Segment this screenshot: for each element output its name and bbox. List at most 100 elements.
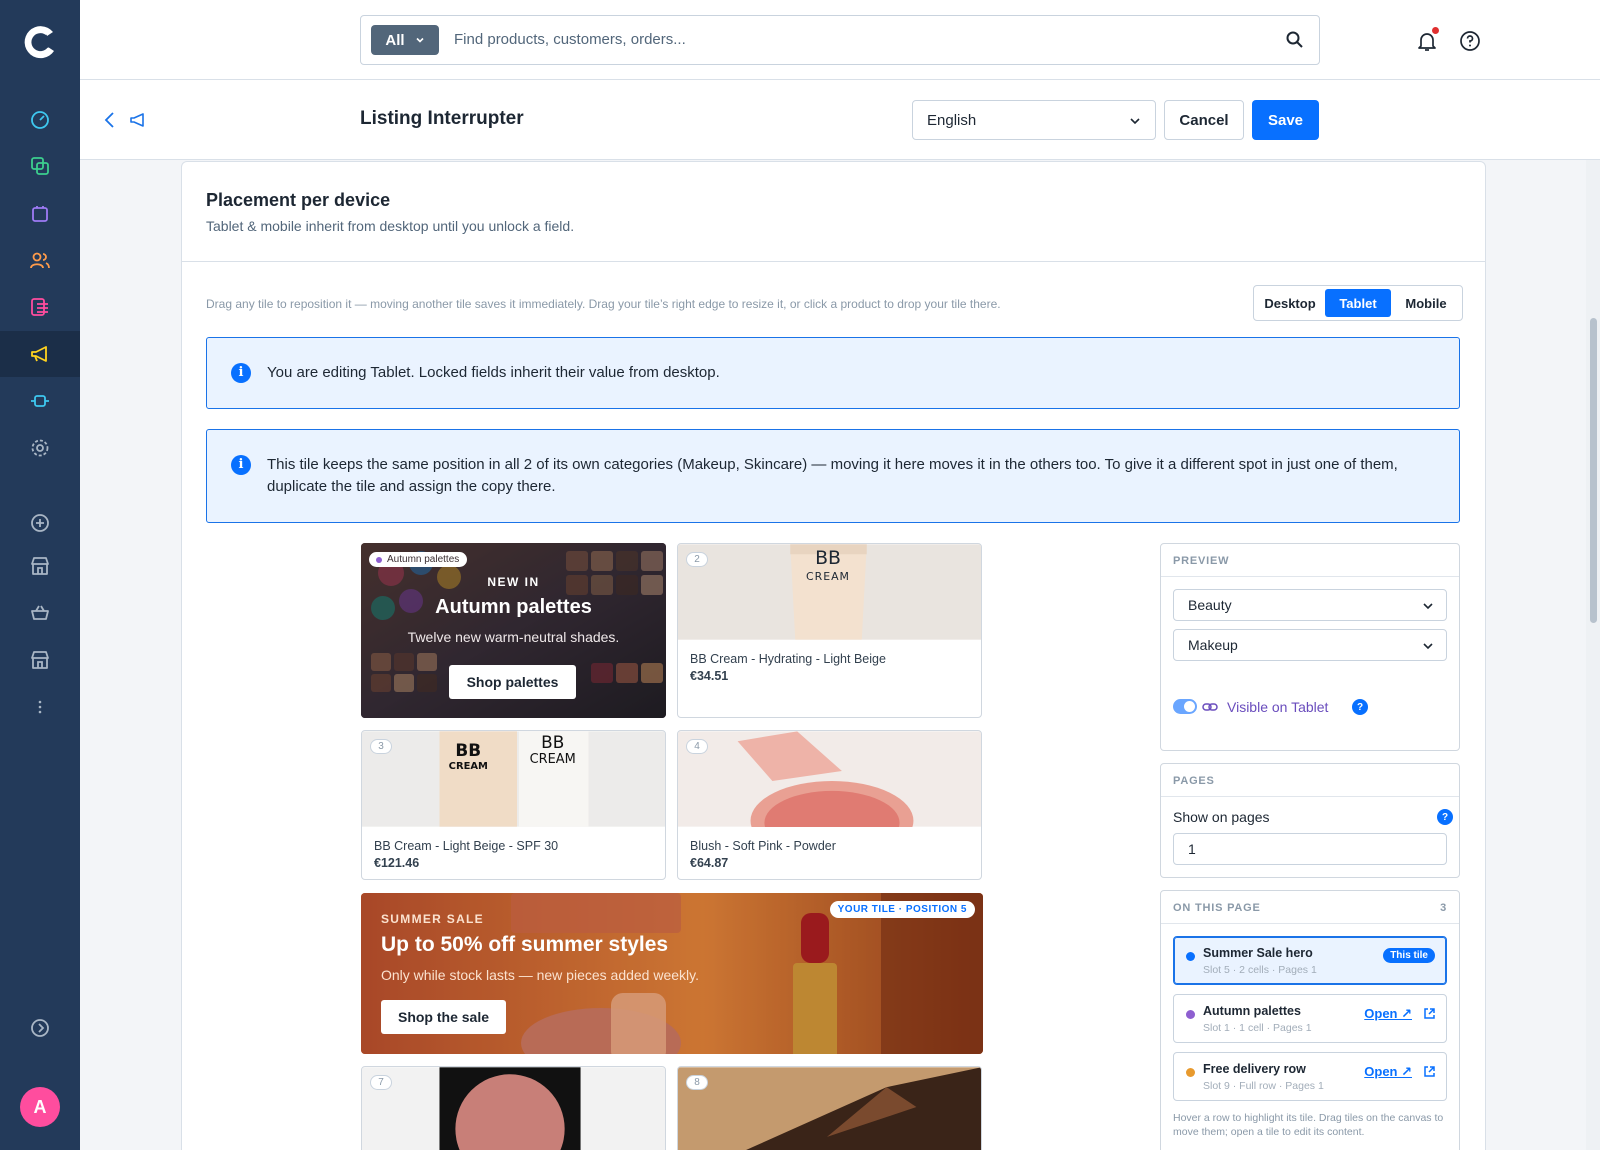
search-input[interactable]: Find products, customers, orders... xyxy=(454,31,686,48)
more-vertical-icon xyxy=(38,700,42,714)
storefront-icon xyxy=(31,651,49,669)
chevron-down-icon xyxy=(416,37,424,43)
info-icon: i xyxy=(231,455,251,475)
external-link-icon[interactable] xyxy=(1423,1007,1436,1020)
chevron-right-circle-icon xyxy=(31,1019,49,1037)
product-tile[interactable]: 8 xyxy=(677,1066,982,1150)
tab-desktop[interactable]: Desktop xyxy=(1257,289,1323,317)
megaphone-icon xyxy=(130,113,144,127)
nav-add[interactable] xyxy=(0,500,80,546)
layers-icon xyxy=(31,157,49,175)
info-icon: i xyxy=(231,363,251,383)
subcategory-select[interactable]: Makeup xyxy=(1173,629,1447,661)
search-scope-dropdown[interactable]: All xyxy=(371,25,439,55)
tab-mobile[interactable]: Mobile xyxy=(1393,289,1459,317)
help-icon[interactable]: ? xyxy=(1352,699,1368,715)
nav-catalogues[interactable] xyxy=(0,143,80,189)
svg-text:CREAM: CREAM xyxy=(449,761,488,772)
list-item[interactable]: Summer Sale hero Slot 5 · 2 cells · Page… xyxy=(1173,936,1447,985)
editing-notice: i You are editing Tablet. Locked fields … xyxy=(206,337,1460,409)
bb-cream-pair-image: BB CREAM BB CREAM xyxy=(362,731,665,827)
link-icon[interactable] xyxy=(1202,700,1218,714)
bag-icon xyxy=(32,206,48,222)
cancel-button[interactable]: Cancel xyxy=(1164,100,1244,140)
users-icon xyxy=(30,252,50,269)
product-tile[interactable]: 7 xyxy=(361,1066,666,1150)
row-title: Free delivery row xyxy=(1203,1062,1306,1076)
shop-palettes-button[interactable]: Shop palettes xyxy=(449,665,576,699)
color-dot xyxy=(1186,952,1195,961)
tile-position: 7 xyxy=(370,1075,392,1090)
tile-position: 3 xyxy=(370,739,392,754)
visible-label: Visible on Tablet xyxy=(1227,699,1329,715)
color-dot xyxy=(1186,1068,1195,1077)
search-icon[interactable] xyxy=(1285,30,1305,50)
card-subtitle: Tablet & mobile inherit from desktop unt… xyxy=(206,218,575,234)
chevron-down-icon xyxy=(1423,643,1433,650)
nav-sales-channel-1[interactable] xyxy=(0,543,80,589)
nav-settings[interactable] xyxy=(0,425,80,471)
save-button[interactable]: Save xyxy=(1252,100,1319,140)
language-select[interactable]: English xyxy=(912,100,1156,140)
nav-extensions[interactable] xyxy=(0,378,80,424)
product-name: BB Cream - Light Beige - SPF 30 xyxy=(374,839,559,853)
nav-dashboard[interactable] xyxy=(0,96,80,142)
list-item[interactable]: Autumn palettes Slot 1 · 1 cell · Pages … xyxy=(1173,994,1447,1043)
autumn-banner-tile[interactable]: Autumn palettes NEW IN Autumn palettes T… xyxy=(361,543,666,718)
show-on-pages-input[interactable]: 1 xyxy=(1173,833,1447,865)
back-chevron-icon[interactable] xyxy=(100,110,120,130)
this-tile-badge: This tile xyxy=(1383,948,1435,963)
product-name: Blush - Soft Pink - Powder xyxy=(690,839,836,853)
row-subtitle: Slot 1 · 1 cell · Pages 1 xyxy=(1203,1022,1312,1034)
chevron-down-icon xyxy=(1130,118,1140,125)
shop-the-sale-button[interactable]: Shop the sale xyxy=(381,1000,506,1034)
product-tile[interactable]: 2 BB CREAM BB Cream - Hydrating - Light … xyxy=(677,543,982,718)
preview-panel: PREVIEW Beauty Makeup Visible on Tablet … xyxy=(1160,543,1460,751)
top-bar: All Find products, customers, orders... xyxy=(80,0,1600,80)
global-search[interactable]: All Find products, customers, orders... xyxy=(360,15,1320,65)
nav-customers[interactable] xyxy=(0,237,80,283)
brush-image xyxy=(678,1067,981,1150)
open-link[interactable]: Open ↗ xyxy=(1364,1064,1412,1080)
summer-sale-tile[interactable]: YOUR TILE · POSITION 5 SUMMER SALE Up to… xyxy=(361,893,983,1054)
help-icon[interactable]: ? xyxy=(1437,809,1453,825)
categories-notice: i This tile keeps the same position in a… xyxy=(206,429,1460,523)
nav-sales-channel-2[interactable] xyxy=(0,590,80,636)
pages-heading: PAGES xyxy=(1161,764,1459,797)
page-header: Listing Interrupter English Cancel Save xyxy=(80,80,1600,160)
megaphone-icon xyxy=(31,346,47,362)
help-icon[interactable] xyxy=(1458,29,1482,53)
nav-more[interactable] xyxy=(0,684,80,730)
tab-tablet[interactable]: Tablet xyxy=(1325,289,1391,317)
scrollbar-track[interactable] xyxy=(1586,160,1600,1150)
scrollbar-thumb[interactable] xyxy=(1590,318,1597,623)
autumn-tag: Autumn palettes xyxy=(369,552,468,567)
on-this-page-title: ON THIS PAGE xyxy=(1173,902,1261,914)
summer-eyebrow: SUMMER SALE xyxy=(381,912,484,926)
avatar[interactable]: A xyxy=(20,1087,60,1127)
list-item[interactable]: Free delivery row Slot 9 · Full row · Pa… xyxy=(1173,1052,1447,1101)
nav-expand[interactable] xyxy=(0,1005,80,1051)
show-on-pages-label: Show on pages xyxy=(1173,809,1270,825)
nav-orders[interactable] xyxy=(0,190,80,236)
product-tile[interactable]: 3 BB CREAM BB CREAM BB Cream - Light Bei… xyxy=(361,730,666,880)
logo-icon[interactable] xyxy=(20,22,60,62)
product-price: €121.46 xyxy=(374,856,420,870)
autumn-title: Autumn palettes xyxy=(435,596,592,618)
open-link[interactable]: Open ↗ xyxy=(1364,1006,1412,1022)
product-tile[interactable]: 4 Blush - Soft Pink - Powder €64.87 xyxy=(677,730,982,880)
autumn-eyebrow: NEW IN xyxy=(487,575,540,589)
bb-cream-tube-image: BB CREAM xyxy=(678,544,981,640)
external-link-icon[interactable] xyxy=(1423,1065,1436,1078)
nav-sales-channel-3[interactable] xyxy=(0,637,80,683)
autumn-subtitle: Twelve new warm-neutral shades. xyxy=(407,629,620,645)
svg-text:CREAM: CREAM xyxy=(530,752,576,767)
visible-toggle[interactable] xyxy=(1173,699,1197,714)
nav-marketing[interactable] xyxy=(0,331,80,377)
tile-position: 2 xyxy=(686,552,708,567)
on-this-page-heading: ON THIS PAGE 3 xyxy=(1161,891,1459,924)
nav-content[interactable] xyxy=(0,284,80,330)
card-title: Placement per device xyxy=(206,190,391,210)
category-select[interactable]: Beauty xyxy=(1173,589,1447,621)
product-name: BB Cream - Hydrating - Light Beige xyxy=(690,652,886,666)
